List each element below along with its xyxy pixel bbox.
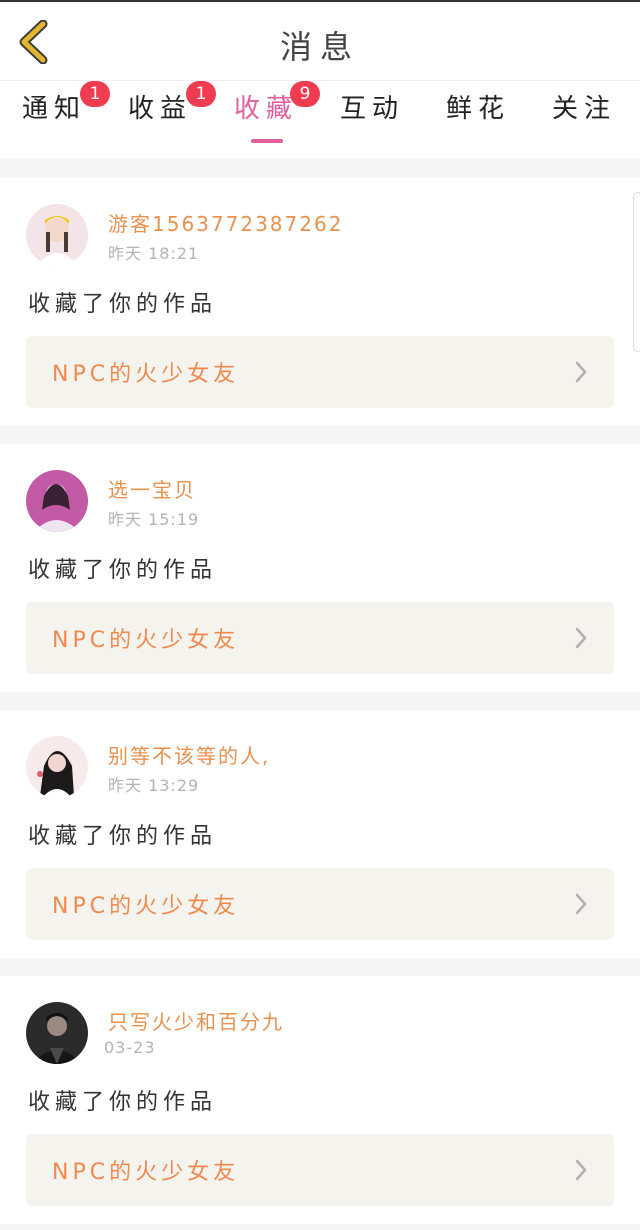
chevron-right-icon — [575, 893, 587, 915]
work-link[interactable]: NPC的火少女友 — [26, 1134, 614, 1206]
action-text: 收藏了你的作品 — [28, 1090, 218, 1115]
chevron-right-icon — [575, 627, 587, 649]
tab-label: 关注 — [551, 94, 616, 124]
work-title: NPC的火少女友 — [52, 1160, 240, 1185]
timestamp: 03-23 — [104, 1038, 156, 1057]
work-title: NPC的火少女友 — [52, 628, 240, 653]
avatar[interactable] — [26, 736, 88, 798]
timestamp: 昨天 18:21 — [108, 244, 200, 263]
chevron-right-icon — [575, 1159, 587, 1181]
tab-follow[interactable]: 关注 — [534, 89, 634, 149]
action-text: 收藏了你的作品 — [28, 292, 218, 317]
tab-label: 鲜花 — [445, 94, 510, 124]
avatar[interactable] — [26, 1002, 88, 1064]
username[interactable]: 别等不该等的人, — [108, 740, 270, 769]
active-tab-indicator — [251, 139, 283, 143]
tab-interaction[interactable]: 互动 — [322, 89, 422, 149]
tab-income[interactable]: 收益 1 — [110, 81, 216, 149]
avatar[interactable] — [26, 204, 88, 266]
notice-badge: 1 — [80, 81, 110, 107]
list-item: 只写火少和百分九 03-23 收藏了你的作品 NPC的火少女友 — [0, 976, 640, 1224]
timestamp: 昨天 13:29 — [108, 776, 200, 795]
income-badge: 1 — [186, 81, 216, 107]
work-link[interactable]: NPC的火少女友 — [26, 602, 614, 674]
username[interactable]: 游客1563772387262 — [108, 208, 343, 237]
work-title: NPC的火少女友 — [52, 894, 240, 919]
tab-favorites[interactable]: 收藏 9 — [216, 81, 320, 149]
timestamp: 昨天 15:19 — [108, 510, 200, 529]
tab-bar: 通知 1 收益 1 收藏 9 互动 鲜花 关注 — [0, 80, 640, 158]
scroll-edge-handle[interactable] — [633, 192, 640, 352]
top-bar: 消息 — [0, 0, 640, 80]
avatar[interactable] — [26, 470, 88, 532]
work-title: NPC的火少女友 — [52, 362, 240, 387]
username[interactable]: 选一宝贝 — [108, 474, 196, 503]
tab-notice[interactable]: 通知 1 — [4, 81, 110, 149]
chevron-right-icon — [575, 361, 587, 383]
work-link[interactable]: NPC的火少女友 — [26, 868, 614, 940]
tab-flowers[interactable]: 鲜花 — [428, 89, 528, 149]
username[interactable]: 只写火少和百分九 — [108, 1006, 284, 1035]
list-item: 游客1563772387262 昨天 18:21 收藏了你的作品 NPC的火少女… — [0, 178, 640, 426]
list-item: 别等不该等的人, 昨天 13:29 收藏了你的作品 NPC的火少女友 — [0, 710, 640, 958]
action-text: 收藏了你的作品 — [28, 558, 218, 583]
tab-label: 互动 — [339, 94, 404, 124]
page-title: 消息 — [279, 28, 360, 66]
work-link[interactable]: NPC的火少女友 — [26, 336, 614, 408]
action-text: 收藏了你的作品 — [28, 824, 218, 849]
list-item: 选一宝贝 昨天 15:19 收藏了你的作品 NPC的火少女友 — [0, 444, 640, 692]
favorites-badge: 9 — [290, 81, 320, 107]
